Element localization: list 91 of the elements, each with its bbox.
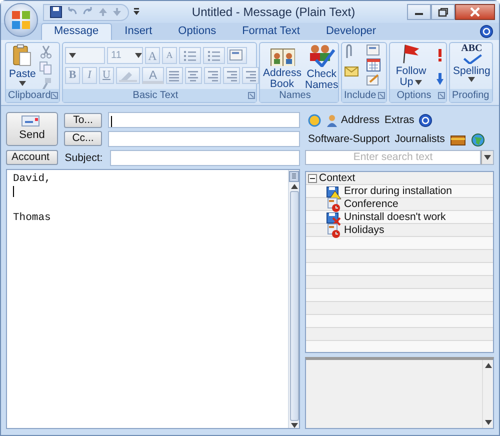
cc-button[interactable]: Cc... <box>64 131 102 146</box>
tree-item[interactable]: Context <box>319 172 356 186</box>
scroll-icon[interactable] <box>289 170 299 182</box>
checkmark-icon <box>462 54 482 64</box>
scrollbar-thumb[interactable] <box>290 190 298 421</box>
ribbon-tab[interactable]: Message <box>41 23 112 40</box>
group-label: Proofing <box>452 90 490 101</box>
toolbar-button[interactable]: Journalists <box>394 132 445 148</box>
info-icon[interactable] <box>419 114 432 127</box>
save-icon[interactable] <box>50 6 62 18</box>
body-text: David, <box>13 172 51 185</box>
group-label: Clipboard <box>8 90 51 101</box>
ribbon-tab[interactable]: Insert <box>112 23 166 40</box>
collapse-icon[interactable] <box>308 174 317 183</box>
tree-item[interactable]: Error during installation <box>344 184 452 200</box>
flag-icon <box>402 44 420 64</box>
group-label: Include <box>344 90 376 101</box>
address-book-button[interactable]: Address Book <box>262 44 302 90</box>
office-logo-icon <box>11 10 31 30</box>
font-size-value: 11 <box>111 49 122 63</box>
dialog-launcher-icon[interactable] <box>248 92 255 99</box>
tree-item[interactable]: Holidays <box>344 222 384 238</box>
business-card-icon[interactable] <box>366 44 382 57</box>
clipboard-icon <box>12 44 32 67</box>
toolbar-button[interactable]: Extras <box>384 112 414 128</box>
account-button[interactable]: Account <box>6 150 58 166</box>
copy-icon[interactable] <box>38 61 53 75</box>
scroll-down-icon[interactable] <box>290 423 298 428</box>
group-label: Basic Text <box>132 90 178 101</box>
appointment-icon <box>326 222 342 238</box>
subject-field[interactable] <box>110 150 300 166</box>
cc-field[interactable] <box>108 130 300 147</box>
subject-label: Subject: <box>64 150 104 166</box>
toolbar-button[interactable]: Software-Support <box>308 132 390 148</box>
spelling-button[interactable]: ABC Spelling <box>452 44 492 82</box>
search-field[interactable]: Enter search text <box>305 150 481 165</box>
group-label: Names <box>279 90 311 101</box>
ribbon-tab[interactable]: Options <box>165 23 230 40</box>
appointment-icon <box>326 196 342 212</box>
scroll-down-icon[interactable] <box>484 420 492 425</box>
low-importance-icon[interactable] <box>436 72 444 86</box>
dropdown-caret-icon[interactable] <box>69 53 76 58</box>
scissors-icon[interactable] <box>38 45 53 59</box>
envelope-icon[interactable] <box>344 64 360 78</box>
paste-button[interactable]: Paste <box>8 44 37 86</box>
numbering-button[interactable] <box>203 47 225 64</box>
paperclip-icon[interactable] <box>344 44 354 60</box>
dropdown-caret-icon[interactable] <box>135 53 142 58</box>
font-name-box[interactable] <box>65 47 105 64</box>
down-arrow-icon[interactable] <box>112 7 122 17</box>
treasure-chest-icon[interactable] <box>450 133 466 146</box>
body-text: Thomas <box>13 212 51 224</box>
tree-item[interactable]: Conference <box>344 196 398 212</box>
restore-icon <box>438 8 448 16</box>
dropdown-icon[interactable] <box>484 155 491 160</box>
close-icon <box>470 7 480 17</box>
ribbon-tab[interactable]: Format Text <box>229 23 313 40</box>
group-label: Options <box>396 90 432 101</box>
numbering-icon[interactable] <box>207 48 221 62</box>
close-button[interactable] <box>455 4 495 20</box>
tree-item[interactable]: Uninstall doesn't work <box>344 210 446 226</box>
globe-icon[interactable] <box>470 132 485 146</box>
highlighter-icon <box>119 70 137 82</box>
highlight-button[interactable] <box>116 67 140 84</box>
ribbon-tab[interactable]: Developer <box>312 23 390 40</box>
up-arrow-icon[interactable] <box>98 7 108 17</box>
sun-icon[interactable] <box>308 114 321 127</box>
toolbar-button[interactable]: Address <box>326 112 380 128</box>
dialog-launcher-icon[interactable] <box>378 92 385 99</box>
bullets-icon[interactable] <box>183 48 197 62</box>
scroll-up-icon[interactable] <box>484 363 492 368</box>
customize-caret-icon[interactable] <box>133 8 140 16</box>
to-field[interactable] <box>108 112 300 128</box>
warning-file-icon <box>326 184 342 200</box>
calendar-icon[interactable] <box>366 58 381 72</box>
send-button[interactable]: Send <box>6 112 58 146</box>
window-title: Untitled - Message (Plain Text) <box>190 4 356 21</box>
exclamation-icon[interactable] <box>436 48 444 62</box>
follow-up-button[interactable]: Follow Up <box>392 44 430 88</box>
bullets-button[interactable] <box>179 47 201 64</box>
minimize-button[interactable] <box>407 4 431 20</box>
message-body[interactable]: David, Thomas <box>6 168 300 429</box>
person-icon <box>326 114 338 127</box>
dialog-launcher-icon[interactable] <box>51 92 58 99</box>
dropdown-button[interactable] <box>481 150 494 165</box>
help-icon[interactable] <box>480 25 493 38</box>
restore-button[interactable] <box>431 4 455 20</box>
check-names-icon <box>308 44 335 67</box>
dialog-launcher-icon[interactable] <box>438 92 445 99</box>
to-button[interactable]: To... <box>64 112 102 128</box>
check-names-button[interactable]: Check Names <box>304 44 340 91</box>
